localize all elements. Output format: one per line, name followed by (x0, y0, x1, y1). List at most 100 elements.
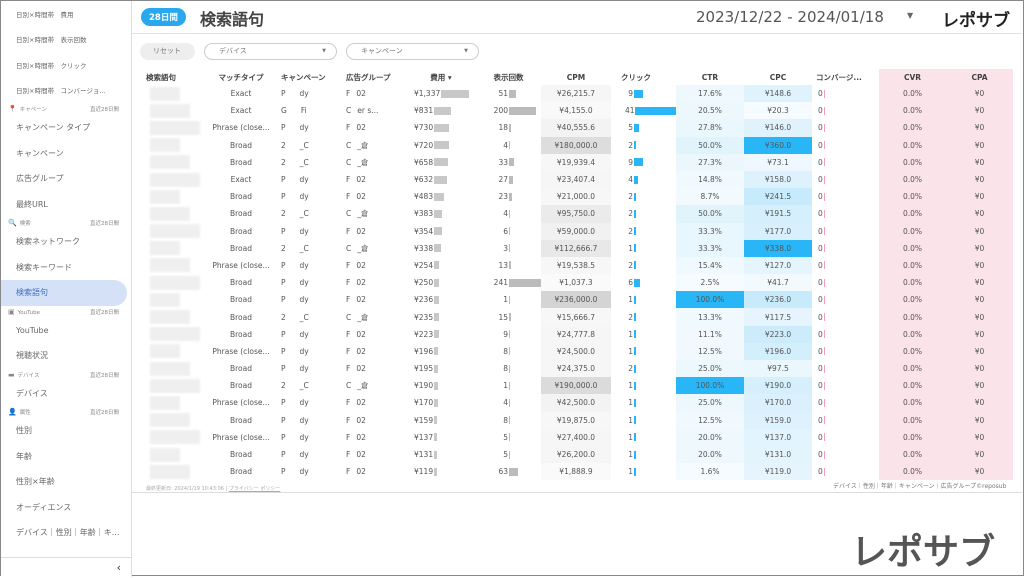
ctr-cell: 20.5% (676, 102, 744, 119)
impressions-cell: 15 (476, 308, 541, 325)
cost-cell: ¥254 (406, 257, 476, 274)
sidebar-item[interactable]: 最終URL (1, 192, 131, 218)
table-row[interactable]: BroadPdyF02¥1958¥24,375.0225.0%¥97.500.0… (141, 360, 1023, 377)
column-header[interactable]: 表示回数 (476, 69, 541, 85)
ad-group-fragment: 02 (356, 192, 366, 201)
sidebar-item[interactable]: 日別×時間帯 クリック (1, 52, 131, 78)
column-header[interactable]: CPA (946, 69, 1013, 85)
table-row[interactable]: BroadPdyF02¥48323¥21,000.028.7%¥241.500.… (141, 188, 1023, 205)
column-header[interactable]: コンバージ... (812, 69, 879, 85)
conversions-cell: 0 (812, 291, 879, 308)
date-range-picker[interactable]: 2023/12/22 - 2024/01/18 (696, 8, 884, 26)
cpa-cell: ¥0 (946, 412, 1013, 429)
sidebar-item[interactable]: 日別×時間帯 コンバージョ... (1, 78, 131, 104)
table-row[interactable]: BroadPdyF02¥250241¥1,037.362.5%¥41.700.0… (141, 274, 1023, 291)
redacted-text (150, 430, 200, 444)
table-row[interactable]: BroadPdyF02¥2239¥24,777.8111.1%¥223.000.… (141, 326, 1023, 343)
table-row[interactable]: ExactPdyF02¥1,33751¥26,215.7917.6%¥148.6… (141, 85, 1023, 102)
column-header[interactable]: CPC (744, 69, 812, 85)
table-row[interactable]: Phrase (close...PdyF02¥25413¥19,538.5215… (141, 257, 1023, 274)
cost-cell: ¥190 (406, 377, 476, 394)
campaign-cell: 2_C (276, 137, 341, 154)
cost-bar (434, 176, 447, 184)
column-header[interactable]: CVR (879, 69, 946, 85)
table-row[interactable]: ExactPdyF02¥63227¥23,407.4414.8%¥158.000… (141, 171, 1023, 188)
column-header[interactable]: 検索語句 (141, 69, 206, 85)
table-row[interactable]: BroadPdyF02¥11963¥1,888.911.6%¥119.000.0… (141, 463, 1023, 480)
clicks-bar (634, 193, 636, 201)
sidebar-item[interactable]: 視聴状況 (1, 343, 131, 369)
sidebar-item[interactable]: 広告グループ (1, 166, 131, 192)
device-filter[interactable]: デバイス▼ (204, 43, 337, 60)
sidebar-item[interactable]: 性別 (1, 418, 131, 444)
cost-cell: ¥119 (406, 463, 476, 480)
column-header[interactable]: キャンペーン (276, 69, 341, 85)
ad-group-cell: F02 (341, 446, 406, 463)
sidebar-item[interactable]: 日別×時間帯 費用 (1, 1, 131, 27)
table-row[interactable]: BroadPdyF02¥2361¥236,000.01100.0%¥236.00… (141, 291, 1023, 308)
redacted-text (150, 155, 190, 169)
sidebar-item[interactable]: 検索キーワード (1, 255, 131, 281)
campaign-filter[interactable]: キャンペーン▼ (346, 43, 479, 60)
sidebar-item[interactable]: デバイス (1, 381, 131, 407)
table-row[interactable]: Broad2_CC_倉¥23515¥15,666.7213.3%¥117.500… (141, 308, 1023, 325)
sidebar-collapse-button[interactable]: ‹ (1, 557, 131, 577)
table-row[interactable]: ExactGFiCer s...¥831200¥4,155.04120.5%¥2… (141, 102, 1023, 119)
sidebar-item[interactable]: 性別×年齢 (1, 469, 131, 495)
clicks-value: 2 (625, 227, 633, 236)
impressions-cell: 4 (476, 394, 541, 411)
table-row[interactable]: Phrase (close...PdyF02¥1968¥24,500.0112.… (141, 343, 1023, 360)
ctr-cell: 33.3% (676, 223, 744, 240)
cpc-cell: ¥158.0 (744, 171, 812, 188)
sidebar-item[interactable]: デバイス｜性別｜年齢｜キ... (1, 520, 131, 546)
sidebar-item[interactable]: 日別×時間帯 表示回数 (1, 27, 131, 53)
match-type-cell: Exact (206, 102, 276, 119)
table-row[interactable]: Broad2_CC_倉¥7204¥180,000.0250.0%¥360.000… (141, 137, 1023, 154)
cost-value: ¥831 (414, 106, 433, 115)
caret-down-icon[interactable]: ▼ (907, 11, 913, 20)
cpa-cell: ¥0 (946, 308, 1013, 325)
table-row[interactable]: Broad2_CC_倉¥65833¥19,939.4927.3%¥73.100.… (141, 154, 1023, 171)
redacted-text (150, 327, 200, 341)
column-header[interactable]: 費用 ▾ (406, 69, 476, 85)
conversions-value: 0 (818, 467, 823, 476)
search-term-cell (141, 257, 206, 274)
table-row[interactable]: BroadPdyF02¥1598¥19,875.0112.5%¥159.000.… (141, 412, 1023, 429)
cpm-cell: ¥21,000.0 (541, 188, 611, 205)
table-row[interactable]: Phrase (close...PdyF02¥1704¥42,500.0125.… (141, 394, 1023, 411)
match-type-cell: Broad (206, 446, 276, 463)
cost-value: ¥354 (414, 227, 433, 236)
sidebar-item[interactable]: 検索語句 (1, 280, 127, 306)
reset-button[interactable]: リセット (140, 43, 195, 60)
cost-value: ¥159 (414, 416, 433, 425)
column-header[interactable]: 広告グループ (341, 69, 406, 85)
sidebar-item[interactable]: オーディエンス (1, 495, 131, 521)
cvr-cell: 0.0% (879, 102, 946, 119)
sidebar-item[interactable]: 年齢 (1, 444, 131, 470)
sidebar-item[interactable]: 検索ネットワーク (1, 229, 131, 255)
conversions-value: 0 (818, 364, 823, 373)
sidebar-item[interactable]: YouTube (1, 318, 131, 344)
table-header: 検索語句マッチタイプキャンペーン広告グループ費用 ▾表示回数CPMクリックCTR… (141, 69, 1023, 85)
conversions-cell: 0 (812, 343, 879, 360)
sidebar-item[interactable]: キャンペーン タイプ (1, 115, 131, 141)
table-row[interactable]: Phrase (close...PdyF02¥1375¥27,400.0120.… (141, 429, 1023, 446)
table-row[interactable]: Broad2_CC_倉¥3383¥112,666.7133.3%¥338.000… (141, 240, 1023, 257)
table-row[interactable]: BroadPdyF02¥1315¥26,200.0120.0%¥131.000.… (141, 446, 1023, 463)
search-term-cell (141, 446, 206, 463)
table-row[interactable]: BroadPdyF02¥3546¥59,000.0233.3%¥177.000.… (141, 223, 1023, 240)
campaign-cell: 2_C (276, 240, 341, 257)
sidebar-item[interactable]: キャンペーン (1, 141, 131, 167)
ad-group-cell: C_倉 (341, 154, 406, 171)
ad-group-fragment: F (346, 295, 350, 304)
conversions-cell: 0 (812, 412, 879, 429)
column-header[interactable]: CTR (676, 69, 744, 85)
match-type-cell: Broad (206, 205, 276, 222)
conversions-cell: 0 (812, 137, 879, 154)
column-header[interactable]: CPM (541, 69, 611, 85)
table-row[interactable]: Broad2_CC_倉¥3834¥95,750.0250.0%¥191.500.… (141, 205, 1023, 222)
table-row[interactable]: Broad2_CC_倉¥1901¥190,000.01100.0%¥190.00… (141, 377, 1023, 394)
column-header[interactable]: マッチタイプ (206, 69, 276, 85)
table-row[interactable]: Phrase (close...PdyF02¥73018¥40,555.6527… (141, 119, 1023, 136)
column-header[interactable]: クリック (611, 69, 676, 85)
